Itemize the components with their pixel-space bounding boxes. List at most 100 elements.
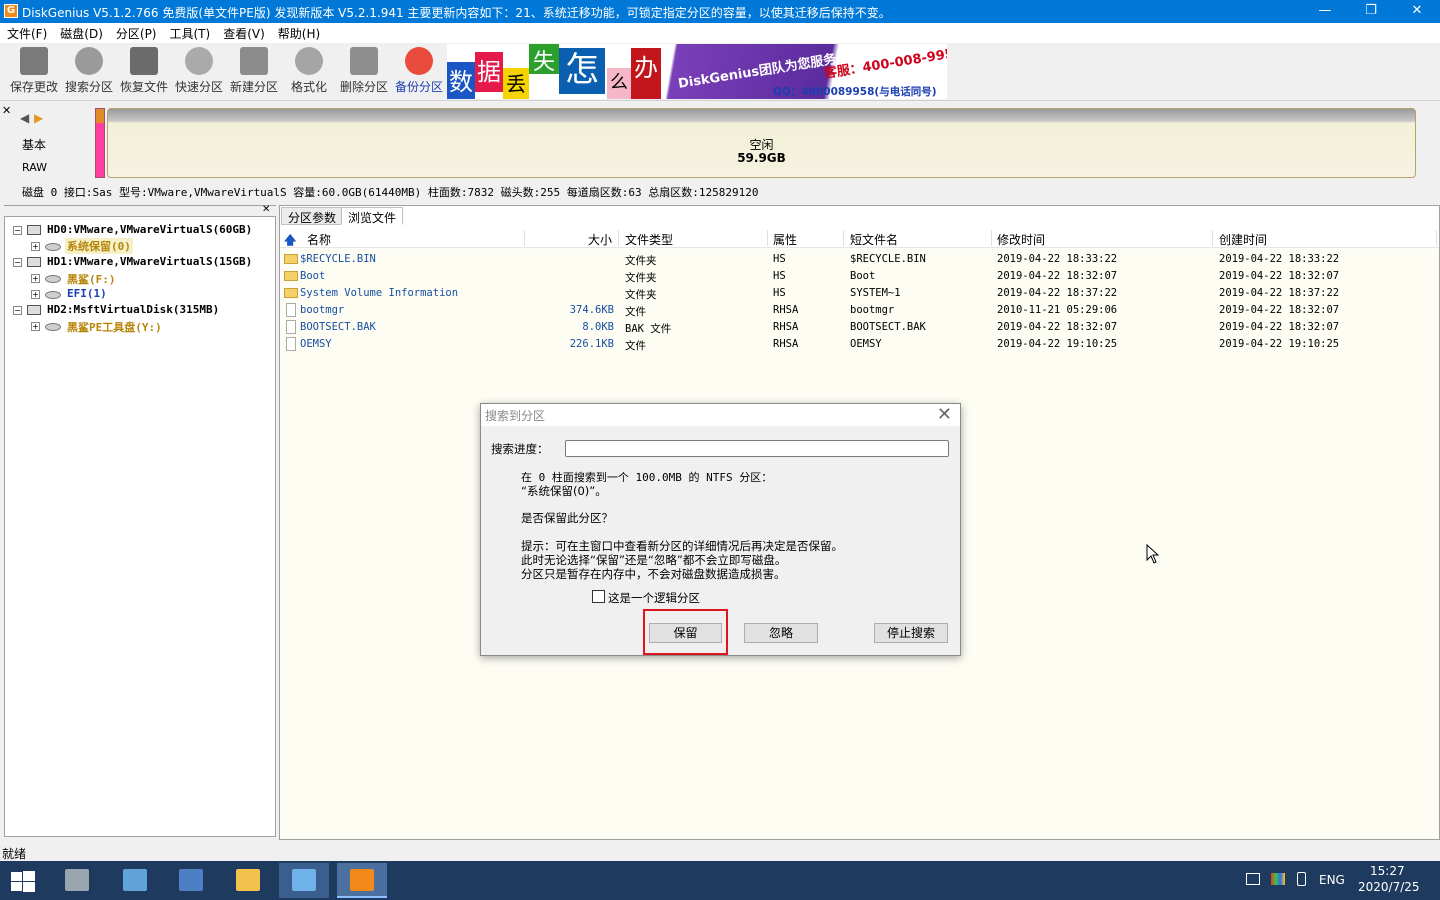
save-icon (20, 47, 48, 75)
windows-start-icon[interactable] (10, 870, 36, 892)
banner-ad[interactable]: 数 据 丢 失 怎 么 办 DiskGenius团队为您服务! 客服：400-0… (447, 44, 947, 99)
taskbar-app-explorer[interactable] (223, 863, 273, 898)
tab-browse-files[interactable]: 浏览文件 (341, 207, 404, 225)
taskbar-app-drive[interactable] (52, 863, 102, 898)
taskbar-app-monitor[interactable] (279, 863, 329, 898)
quick-partition-button[interactable]: 快速分区 (173, 47, 225, 95)
tree-item-system-reserved[interactable]: 系统保留(0) (65, 238, 133, 254)
file-icon (286, 320, 296, 334)
taskbar: ENG 15:27 2020/7/25 (0, 861, 1440, 900)
file-shortname: bootmgr (850, 304, 895, 316)
save-changes-button[interactable]: 保存更改 (8, 47, 60, 95)
language-indicator[interactable]: ENG (1319, 873, 1345, 887)
expand-icon[interactable]: + (31, 290, 40, 299)
tree-item-heisha-f[interactable]: 黑鲨(F:) (67, 271, 116, 287)
file-shortname: $RECYCLE.BIN (850, 253, 926, 265)
ignore-button[interactable]: 忽略 (744, 623, 818, 643)
logical-partition-checkbox[interactable] (592, 590, 605, 603)
file-attr: RHSA (773, 321, 799, 333)
collapse-icon[interactable]: − (13, 258, 22, 267)
close-button[interactable]: ✕ (1394, 0, 1440, 23)
nav-right-icon[interactable]: ▶ (34, 111, 43, 125)
tab-partition-params[interactable]: 分区参数 (281, 207, 344, 225)
maximize-button[interactable]: ❐ (1348, 0, 1394, 23)
format-button[interactable]: 格式化 (283, 47, 335, 95)
tree-item-heisha-pe[interactable]: 黑鲨PE工具盘(Y:) (67, 319, 162, 335)
network-icon[interactable] (1246, 873, 1260, 885)
menu-partition[interactable]: 分区(P) (109, 23, 163, 42)
col-size[interactable]: 大小 (588, 231, 612, 248)
expand-icon[interactable]: + (31, 274, 40, 283)
expand-icon[interactable]: + (31, 242, 40, 251)
file-type: BAK 文件 (625, 323, 672, 335)
disk-format: RAW (22, 161, 47, 174)
backup-partition-button[interactable]: 备份分区 (393, 47, 445, 95)
hard-disk-icon (27, 225, 41, 235)
stop-search-button[interactable]: 停止搜索 (874, 623, 948, 643)
collapse-icon[interactable]: − (13, 226, 22, 235)
app-icon: G (4, 4, 18, 18)
tree-item-efi[interactable]: EFI(1) (67, 287, 107, 300)
clock-date[interactable]: 2020/7/25 (1358, 880, 1420, 894)
list-row[interactable]: BOOTSECT.BAK 8.0KB BAK 文件 RHSA BOOTSECT.BAK 2… (280, 319, 1439, 336)
list-row[interactable]: OEMSY 226.1KB 文件 RHSA OEMSY 2019-04-22 19:10:… (280, 336, 1439, 353)
file-created: 2019-04-22 18:32:07 (1219, 304, 1340, 316)
usb-icon[interactable] (1297, 872, 1306, 886)
col-modified[interactable]: 修改时间 (997, 231, 1045, 248)
nav-left-icon[interactable]: ◀ (20, 111, 29, 125)
banner-char: 怎 (559, 48, 605, 94)
partition-icon (45, 275, 61, 283)
recover-files-button[interactable]: 恢复文件 (118, 47, 170, 95)
col-shortname[interactable]: 短文件名 (850, 231, 898, 248)
taskbar-app-keyboard[interactable] (166, 863, 216, 898)
banner-qq: QQ：4000089958(与电话同号) (773, 86, 937, 98)
taskbar-app-diskgenius[interactable] (337, 863, 387, 898)
col-name[interactable]: 名称 (307, 231, 331, 248)
format-icon (295, 47, 323, 75)
col-attr[interactable]: 属性 (773, 231, 797, 248)
free-space-segment[interactable]: 空闲 59.9GB (107, 108, 1416, 178)
file-modified: 2010-11-21 05:29:06 (997, 304, 1118, 316)
dialog-close-icon[interactable]: ✕ (937, 404, 952, 425)
clock-time[interactable]: 15:27 (1370, 864, 1405, 878)
taskbar-app-computer[interactable] (110, 863, 160, 898)
delete-partition-button[interactable]: 删除分区 (338, 47, 390, 95)
search-partition-button[interactable]: 搜索分区 (63, 47, 115, 95)
tree-item-hd1[interactable]: HD1:VMware,VMwareVirtualS(15GB) (47, 255, 252, 268)
banner-char: 失 (529, 44, 559, 75)
list-row[interactable]: $RECYCLE.BIN 文件夹 HS $RECYCLE.BIN 2019-04-22 … (280, 251, 1439, 268)
menu-file[interactable]: 文件(F) (0, 23, 53, 42)
menu-help[interactable]: 帮助(H) (271, 23, 326, 42)
free-size: 59.9GB (737, 151, 786, 165)
tree-item-hd0[interactable]: HD0:VMware,VMwareVirtualS(60GB) (47, 223, 252, 236)
hard-disk-icon (27, 305, 41, 315)
checkbox-label[interactable]: 这是一个逻辑分区 (608, 590, 700, 606)
file-size: 226.1KB (569, 338, 614, 350)
col-type[interactable]: 文件类型 (625, 231, 673, 248)
menu-disk[interactable]: 磁盘(D) (53, 23, 109, 42)
list-row[interactable]: bootmgr 374.6KB 文件 RHSA bootmgr 2010-11-21 05… (280, 302, 1439, 319)
computer-icon (123, 869, 147, 891)
disk-tree: − HD0:VMware,VMwareVirtualS(60GB) + 系统保留… (4, 216, 276, 837)
list-row[interactable]: System Volume Information 文件夹 HS SYSTEM~1 20… (280, 285, 1439, 302)
window-title: DiskGenius V5.1.2.766 免费版(单文件PE版) 发现新版本 … (22, 6, 891, 20)
minimize-button[interactable]: — (1302, 0, 1348, 23)
dialog-hint: 分区只是暂存在内存中，不会对磁盘数据造成损害。 (521, 567, 786, 581)
collapse-icon[interactable]: − (13, 306, 22, 315)
diskgenius-icon (350, 869, 374, 891)
list-row[interactable]: Boot 文件夹 HS Boot 2019-04-22 18:32:07 2019-04-… (280, 268, 1439, 285)
new-partition-button[interactable]: 新建分区 (228, 47, 280, 95)
file-attr: RHSA (773, 304, 799, 316)
close-icon[interactable]: ✕ (262, 204, 270, 215)
tree-item-hd2[interactable]: HD2:MsftVirtualDisk(315MB) (47, 303, 219, 316)
file-type: 文件夹 (625, 289, 657, 301)
file-attr: HS (773, 270, 786, 282)
menu-view[interactable]: 查看(V) (216, 23, 271, 42)
system-reserved-segment[interactable] (95, 108, 105, 178)
expand-icon[interactable]: + (31, 322, 40, 331)
menu-tools[interactable]: 工具(T) (163, 23, 217, 42)
col-created[interactable]: 创建时间 (1219, 231, 1267, 248)
search-icon (75, 47, 103, 75)
close-icon[interactable]: ✕ (2, 104, 11, 117)
color-icon[interactable] (1271, 873, 1285, 885)
